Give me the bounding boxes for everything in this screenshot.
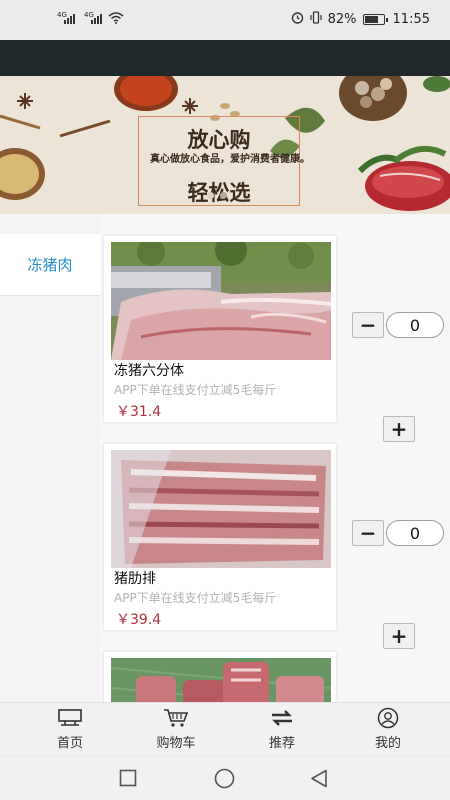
vibrate-icon bbox=[310, 11, 322, 28]
nav-cart-label: 购物车 bbox=[156, 736, 196, 751]
back-icon[interactable] bbox=[310, 769, 328, 792]
nav-home-label: 首页 bbox=[56, 736, 83, 751]
signal1-label: 4G bbox=[57, 11, 67, 19]
plus-button[interactable]: + bbox=[383, 416, 415, 442]
signal-icon: 4G bbox=[57, 11, 75, 24]
recommend-icon bbox=[242, 707, 322, 729]
status-right: 82% 11:55 bbox=[291, 11, 430, 28]
content-area[interactable]: 冻猪肉 冻猪六分体 APP下单在线支付立减5毛每斤 ￥31.4 − 0 + 猪肋… bbox=[0, 214, 450, 702]
category-label: 冻猪肉 bbox=[27, 256, 73, 274]
status-bar: 4G 4G 82% 11:55 bbox=[0, 0, 450, 40]
system-nav-bar bbox=[0, 756, 450, 800]
nav-profile-label: 我的 bbox=[374, 736, 401, 751]
product-image[interactable] bbox=[111, 242, 331, 360]
bottom-nav: 首页 购物车 推荐 我的 bbox=[0, 702, 450, 756]
product-desc: APP下单在线支付立减5毛每斤 bbox=[114, 383, 277, 397]
profile-icon bbox=[348, 707, 428, 729]
cart-icon bbox=[136, 707, 216, 729]
quantity-input[interactable]: 0 bbox=[386, 312, 444, 338]
nav-cart[interactable]: 购物车 bbox=[136, 707, 216, 751]
home-icon bbox=[30, 707, 110, 729]
status-left: 4G 4G bbox=[57, 11, 124, 24]
product-image[interactable] bbox=[111, 658, 331, 702]
quantity-stepper[interactable]: − 0 bbox=[352, 520, 444, 546]
plus-button[interactable]: + bbox=[383, 623, 415, 649]
battery-percent: 82% bbox=[327, 12, 357, 27]
signal-icon: 4G bbox=[84, 11, 102, 24]
product-price: ￥39.4 bbox=[116, 612, 162, 628]
carousel-dot[interactable] bbox=[207, 192, 214, 199]
battery-fill bbox=[364, 16, 379, 23]
battery-icon bbox=[362, 14, 388, 25]
clock-time: 11:55 bbox=[392, 12, 430, 27]
quantity-stepper[interactable]: − 0 bbox=[352, 312, 444, 338]
recents-icon[interactable] bbox=[119, 769, 137, 791]
product-desc: APP下单在线支付立减5毛每斤 bbox=[114, 591, 277, 605]
product-card[interactable]: 冻猪六分体 APP下单在线支付立减5毛每斤 ￥31.4 bbox=[104, 236, 336, 422]
nav-home[interactable]: 首页 bbox=[30, 707, 110, 751]
product-name: 猪肋排 bbox=[114, 571, 156, 587]
home-circle-icon[interactable] bbox=[214, 768, 235, 793]
banner-subtitle: 真心做放心食品，爱护消费者健康。 bbox=[150, 154, 310, 165]
category-sidebar: 冻猪肉 bbox=[0, 214, 100, 702]
nav-recommend[interactable]: 推荐 bbox=[242, 707, 322, 751]
minus-button[interactable]: − bbox=[352, 312, 384, 338]
alarm-icon bbox=[291, 11, 304, 28]
nav-recommend-label: 推荐 bbox=[268, 736, 295, 751]
signal2-label: 4G bbox=[84, 11, 94, 19]
app-header bbox=[0, 40, 450, 76]
carousel-dot-active[interactable] bbox=[220, 192, 227, 199]
carousel-dots bbox=[207, 192, 227, 199]
quantity-input[interactable]: 0 bbox=[386, 520, 444, 546]
product-name: 冻猪六分体 bbox=[114, 363, 184, 379]
category-item-frozen-pork[interactable]: 冻猪肉 bbox=[0, 234, 100, 296]
product-card[interactable] bbox=[104, 652, 336, 702]
wifi-icon bbox=[108, 12, 124, 24]
minus-button[interactable]: − bbox=[352, 520, 384, 546]
promo-banner[interactable]: 放心购 轻松选 真心做放心食品，爱护消费者健康。 bbox=[0, 76, 450, 214]
product-image[interactable] bbox=[111, 450, 331, 568]
product-price: ￥31.4 bbox=[116, 404, 162, 420]
nav-profile[interactable]: 我的 bbox=[348, 707, 428, 751]
product-card[interactable]: 猪肋排 APP下单在线支付立减5毛每斤 ￥39.4 bbox=[104, 444, 336, 630]
